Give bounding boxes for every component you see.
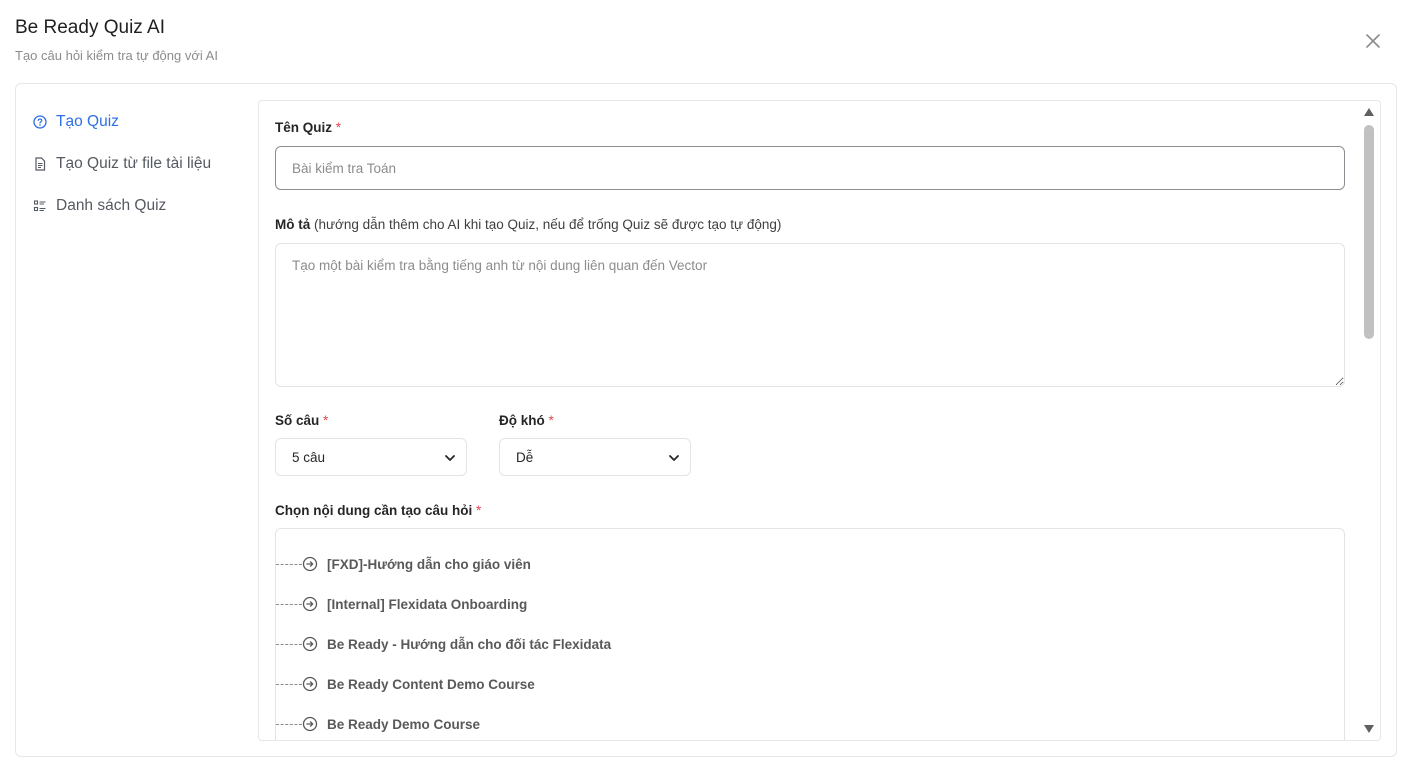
create-quiz-form-card: Tên Quiz * Mô tả (hướng dẫn thêm cho AI … — [258, 100, 1381, 741]
description-label-text: Mô tả — [275, 217, 311, 232]
scroll-thumb[interactable] — [1364, 125, 1374, 339]
required-mark: * — [548, 413, 554, 428]
sidebar-item-label: Tạo Quiz từ file tài liệu — [56, 155, 212, 172]
quiz-name-input[interactable] — [275, 146, 1345, 190]
arrow-right-circle-icon[interactable] — [302, 636, 318, 652]
tree-connector — [276, 563, 302, 565]
tree-item[interactable]: Be Ready Demo Course — [276, 714, 480, 734]
close-icon — [1366, 34, 1380, 48]
description-label: Mô tả (hướng dẫn thêm cho AI khi tạo Qui… — [275, 216, 781, 234]
quiz-name-label-text: Tên Quiz — [275, 120, 332, 135]
tree-item-label: [FXD]-Hướng dẫn cho giáo viên — [327, 556, 531, 572]
question-count-value: 5 câu — [292, 449, 326, 465]
sidebar-item-label: Danh sách Quiz — [56, 197, 167, 214]
question-count-label: Số câu * — [275, 412, 328, 430]
tree-item[interactable]: Be Ready - Hướng dẫn cho đối tác Flexida… — [276, 634, 611, 654]
sidebar-item-create-quiz[interactable]: Tạo Quiz — [33, 101, 253, 143]
tree-item-label: Be Ready Content Demo Course — [327, 676, 535, 692]
required-mark: * — [323, 413, 329, 428]
arrow-right-circle-icon[interactable] — [302, 716, 318, 732]
tree-connector — [276, 643, 302, 645]
dialog-title: Be Ready Quiz AI — [15, 17, 165, 38]
question-count-select[interactable]: 5 câu — [275, 438, 467, 476]
content-label-text: Chọn nội dung cần tạo câu hỏi — [275, 503, 473, 518]
quiz-panel: Tạo Quiz Tạo Quiz từ file tài liệu Danh … — [15, 83, 1397, 757]
tree-connector — [276, 723, 302, 725]
difficulty-label-text: Độ khó — [499, 413, 545, 428]
required-mark: * — [335, 120, 342, 135]
tree-item-label: [Internal] Flexidata Onboarding — [327, 596, 528, 612]
content-label: Chọn nội dung cần tạo câu hỏi * — [275, 502, 481, 520]
tree-item[interactable]: [FXD]-Hướng dẫn cho giáo viên — [276, 554, 531, 574]
tree-item[interactable]: Be Ready Content Demo Course — [276, 674, 535, 694]
difficulty-select[interactable]: Dễ — [499, 438, 691, 476]
description-hint: (hướng dẫn thêm cho AI khi tạo Quiz, nếu… — [314, 217, 782, 232]
tree-item-label: Be Ready - Hướng dẫn cho đối tác Flexida… — [327, 636, 612, 652]
scroll-down-arrow-icon[interactable] — [1363, 724, 1375, 734]
list-icon — [33, 199, 47, 213]
help-circle-icon — [33, 115, 47, 129]
tree-connector — [276, 603, 302, 605]
vertical-scrollbar[interactable] — [1360, 101, 1380, 741]
dialog-header: Be Ready Quiz AI Tạo câu hỏi kiểm tra tự… — [15, 16, 218, 64]
close-button[interactable] — [1362, 30, 1384, 52]
tree-item[interactable]: [Internal] Flexidata Onboarding — [276, 594, 527, 614]
sidebar-nav: Tạo Quiz Tạo Quiz từ file tài liệu Danh … — [33, 101, 253, 227]
arrow-right-circle-icon[interactable] — [302, 556, 318, 572]
quiz-name-label: Tên Quiz * — [275, 119, 341, 137]
content-tree: [FXD]-Hướng dẫn cho giáo viên [Internal]… — [275, 528, 1345, 740]
chevron-down-icon — [669, 455, 679, 461]
difficulty-label: Độ khó * — [499, 412, 554, 430]
tree-connector — [276, 683, 302, 685]
dialog-subtitle: Tạo câu hỏi kiểm tra tự động với AI — [15, 48, 218, 63]
sidebar-item-label: Tạo Quiz — [56, 113, 119, 130]
question-count-label-text: Số câu — [275, 413, 320, 428]
arrow-right-circle-icon[interactable] — [302, 596, 318, 612]
required-mark: * — [476, 503, 482, 518]
document-icon — [33, 157, 47, 171]
description-textarea[interactable] — [275, 243, 1345, 387]
scroll-up-arrow-icon[interactable] — [1363, 107, 1375, 117]
arrow-right-circle-icon[interactable] — [302, 676, 318, 692]
chevron-down-icon — [445, 455, 455, 461]
sidebar-item-quiz-list[interactable]: Danh sách Quiz — [33, 185, 253, 227]
sidebar-item-create-from-file[interactable]: Tạo Quiz từ file tài liệu — [33, 143, 253, 185]
tree-item-label: Be Ready Demo Course — [327, 716, 481, 732]
difficulty-value: Dễ — [516, 449, 534, 465]
